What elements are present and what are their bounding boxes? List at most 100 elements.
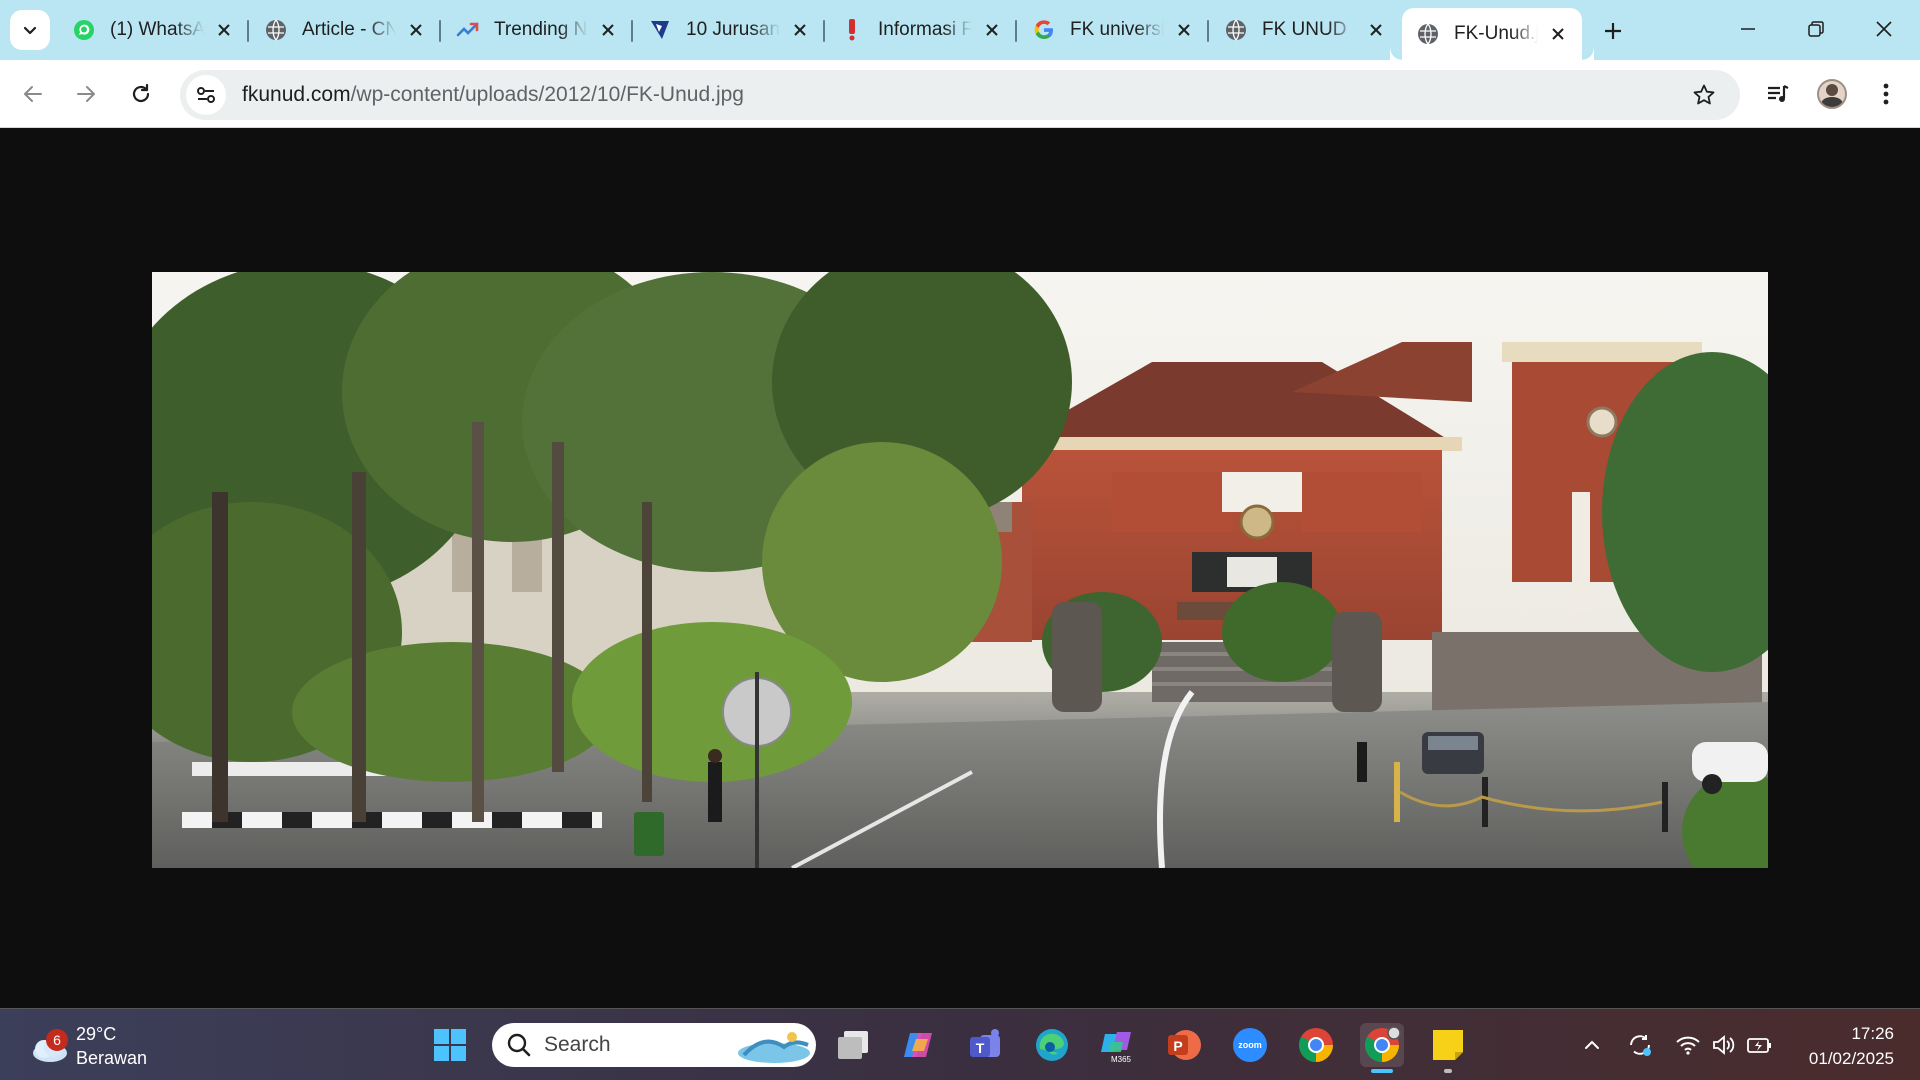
- clock-date: 01/02/2025: [1808, 1049, 1894, 1068]
- tab-title: (1) WhatsApp: [110, 19, 204, 40]
- reload-button[interactable]: [119, 72, 163, 116]
- red-exclamation-icon: [840, 18, 864, 42]
- system-clock[interactable]: 17:26 01/02/2025: [1809, 1021, 1894, 1071]
- taskbar-app-file-explorer[interactable]: [832, 1023, 876, 1067]
- restore-icon: [1808, 21, 1824, 37]
- tab-title: Informasi Fakultas: [878, 19, 972, 40]
- svg-text:T: T: [976, 1040, 985, 1056]
- volume-tray-button[interactable]: [1708, 1029, 1740, 1061]
- tab-title: 10 Jurusan: [686, 19, 780, 40]
- taskbar-app-zoom[interactable]: zoom: [1228, 1023, 1272, 1067]
- tab-fk-unud-jpg[interactable]: FK-Unud.jpg: [1402, 8, 1594, 60]
- plus-icon: [1605, 23, 1621, 39]
- tab-separator: [247, 20, 249, 42]
- logo-icon: [648, 18, 672, 42]
- show-hidden-icons-button[interactable]: [1576, 1029, 1608, 1061]
- taskbar-app-sticky-notes[interactable]: [1426, 1023, 1470, 1073]
- close-icon[interactable]: [1546, 22, 1570, 46]
- tab-informasi[interactable]: Informasi Fakultas: [826, 8, 1016, 52]
- taskbar-app-copilot[interactable]: [898, 1023, 942, 1067]
- arrow-right-icon: [77, 86, 95, 102]
- close-icon[interactable]: [980, 18, 1004, 42]
- clock-time: 17:26: [1851, 1024, 1894, 1043]
- queue-music-icon: [1768, 85, 1789, 102]
- taskbar-app-edge[interactable]: [1030, 1023, 1074, 1067]
- globe-icon: [264, 18, 288, 42]
- weather-widget[interactable]: 6 29°C Berawan: [26, 1019, 166, 1071]
- chevron-down-icon: [23, 26, 37, 35]
- tab-article[interactable]: Article - CNN: [250, 8, 440, 52]
- close-icon[interactable]: [404, 18, 428, 42]
- url-domain: fkunud.com: [242, 83, 351, 106]
- close-icon[interactable]: [788, 18, 812, 42]
- back-button[interactable]: [11, 72, 55, 116]
- tab-separator: [1207, 20, 1209, 42]
- tab-jurusan[interactable]: 10 Jurusan: [634, 8, 824, 52]
- profile-button[interactable]: [1810, 72, 1854, 116]
- teams-icon: T: [970, 1029, 1000, 1057]
- tab-separator: [439, 20, 441, 42]
- arrow-left-icon: [24, 86, 42, 102]
- close-icon: [1876, 21, 1892, 37]
- bookmark-button[interactable]: [1686, 77, 1722, 113]
- taskbar-app-powerpoint[interactable]: P: [1162, 1023, 1206, 1067]
- viewed-image: [152, 272, 1768, 868]
- notification-badge: 6: [46, 1029, 68, 1051]
- tab-trending[interactable]: Trending News: [442, 8, 632, 52]
- zoom-icon: zoom: [1233, 1028, 1267, 1062]
- chrome-profile-icon: [1365, 1026, 1401, 1062]
- network-tray-button[interactable]: [1672, 1029, 1704, 1061]
- minimize-button[interactable]: [1714, 6, 1782, 52]
- chrome-icon: [1299, 1028, 1333, 1062]
- whatsapp-icon: [72, 18, 96, 42]
- new-tab-button[interactable]: [1596, 14, 1630, 48]
- file-explorer-icon: [838, 1031, 868, 1059]
- taskbar-app-teams[interactable]: T: [964, 1023, 1008, 1067]
- zoom-label: zoom: [1238, 1040, 1262, 1050]
- battery-tray-button[interactable]: [1744, 1029, 1776, 1061]
- svg-text:P: P: [1173, 1038, 1182, 1054]
- tab-strip: (1) WhatsApp Article - CNN Trending News…: [0, 0, 1920, 60]
- taskbar: 6 29°C Berawan Search T M365 P zoom 17:2…: [0, 1008, 1920, 1080]
- tab-google-search[interactable]: FK universitas: [1018, 8, 1208, 52]
- close-icon[interactable]: [596, 18, 620, 42]
- taskbar-search[interactable]: Search: [492, 1023, 816, 1067]
- tab-search-button[interactable]: [10, 10, 50, 50]
- start-button[interactable]: [428, 1023, 472, 1067]
- taskbar-app-chrome-profile[interactable]: [1360, 1023, 1404, 1073]
- menu-button[interactable]: [1864, 72, 1908, 116]
- reload-icon: [132, 83, 150, 103]
- tune-icon: [197, 87, 215, 103]
- tab-title: FK UNUD: [1262, 19, 1347, 40]
- url-path: /wp-content/uploads/2012/10/FK-Unud.jpg: [350, 83, 744, 106]
- forward-button[interactable]: [64, 72, 108, 116]
- sync-tray-button[interactable]: [1624, 1029, 1656, 1061]
- site-info-button[interactable]: [186, 75, 226, 115]
- globe-icon: [1224, 18, 1248, 42]
- address-bar[interactable]: fkunud.com/wp-content/uploads/2012/10/FK…: [180, 70, 1740, 120]
- star-icon: [1693, 84, 1715, 105]
- tab-title: FK universitas: [1070, 19, 1164, 40]
- m365-icon: M365: [1101, 1032, 1132, 1064]
- taskbar-app-m365[interactable]: M365: [1096, 1023, 1140, 1067]
- close-icon[interactable]: [1364, 18, 1388, 42]
- taskbar-app-chrome[interactable]: [1294, 1023, 1338, 1067]
- restore-button[interactable]: [1782, 6, 1850, 52]
- avatar: [1817, 79, 1847, 109]
- url-text: fkunud.com/wp-content/uploads/2012/10/FK…: [242, 83, 744, 107]
- close-window-button[interactable]: [1850, 6, 1918, 52]
- trending-icon: [456, 18, 480, 42]
- media-control-button[interactable]: [1756, 72, 1800, 116]
- browser-toolbar: fkunud.com/wp-content/uploads/2012/10/FK…: [0, 60, 1920, 128]
- close-icon[interactable]: [212, 18, 236, 42]
- search-icon: [507, 1033, 531, 1057]
- globe-icon: [1416, 22, 1440, 46]
- sticky-notes-icon: [1433, 1030, 1463, 1060]
- tab-whatsapp[interactable]: (1) WhatsApp: [58, 8, 248, 52]
- close-icon[interactable]: [1172, 18, 1196, 42]
- search-label: Search: [544, 1033, 611, 1056]
- m365-label: M365: [1111, 1055, 1132, 1064]
- tab-fk-unud[interactable]: FK UNUD: [1210, 8, 1400, 52]
- active-indicator: [1371, 1069, 1393, 1073]
- tab-separator: [1015, 20, 1017, 42]
